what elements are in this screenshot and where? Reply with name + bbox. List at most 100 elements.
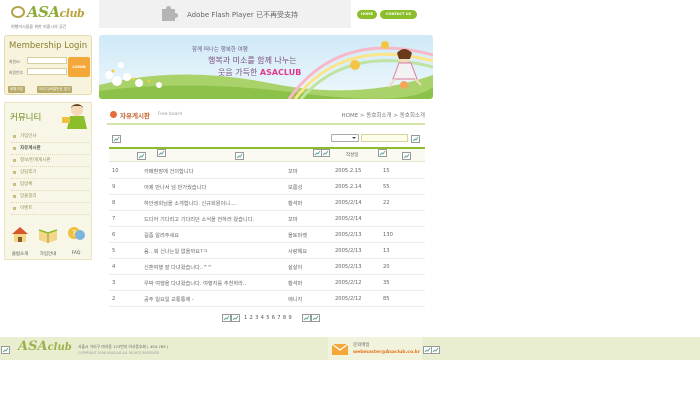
flash-placeholder: Adobe Flash Player 已不再受支持 (99, 0, 351, 28)
post-number: 2 (112, 296, 116, 302)
post-title-link[interactable]: 드디어 기다리고 기다리던 소식을 전하러 왔습니다. (144, 216, 254, 223)
no-column-image-icon (137, 152, 146, 160)
table-row[interactable]: 10 카페환장에 건의합니다 꼬마 2005.2.15 15 (109, 163, 425, 179)
post-author: 꼬마 (288, 217, 298, 223)
logo-suffix: club (59, 7, 85, 20)
table-row[interactable]: 9 어제 만나서 넘 반가웠습니다 보름성 2005.2.14 55 (109, 179, 425, 195)
table-row[interactable]: 3 우박 여행을 다녀왔습니다. 여행지를 추천하라.. 황석마 2005/2/… (109, 275, 425, 291)
community-item-reviews[interactable]: 상담후기 (11, 167, 89, 179)
member-id-input[interactable] (27, 57, 67, 64)
post-title-link[interactable]: 길좀 알려주세요 (144, 232, 179, 239)
post-author: 보름성 (288, 185, 303, 191)
contact-mail-box[interactable]: 문의메일 webmaster@Asaclub.co.kr (328, 337, 422, 360)
page-title: 자유게시판 (120, 112, 150, 120)
post-date: 2005/2/12 (335, 296, 362, 302)
search-field-select[interactable] (331, 134, 359, 142)
first-page-icon[interactable] (222, 314, 231, 322)
club-intro-link[interactable]: 클럽소개 (7, 225, 33, 257)
broken-image-icon (112, 135, 121, 143)
community-item-arrange[interactable]: 앙풀정리 (11, 191, 89, 203)
community-menu: 가입인사 자유게시판 정보/번개게시판 상담후기 탐방록 앙풀정리 이벤트 (11, 131, 89, 215)
post-number: 8 (112, 200, 116, 206)
last-page-icon[interactable] (311, 314, 320, 322)
board-column-header: 작성일 (109, 149, 425, 162)
post-title-link[interactable]: 신혼여행 잘 다녀왔습니다..^^ (144, 264, 212, 271)
post-title-link[interactable]: 카페환장에 건의합니다 (144, 168, 193, 175)
community-item-events[interactable]: 이벤트 (11, 203, 89, 215)
post-hits: 55 (383, 184, 390, 190)
faq-link[interactable]: ? FAQ (63, 225, 89, 257)
home-button[interactable]: HOME (357, 10, 377, 19)
search-button-broken-image-icon[interactable] (411, 135, 420, 143)
join-button[interactable]: 회원가입 (8, 86, 25, 93)
section-bullet-icon (110, 111, 117, 118)
contact-us-button[interactable]: CONTACT US (380, 10, 417, 19)
footer-logo-name: ASA (18, 339, 48, 354)
site-footer: ASAclub 서울시 가리구 마자동 123번지 아사동호회 ( 450-78… (0, 337, 700, 360)
breadcrumb: HOME > 동호회소개 > 동호회소개 (341, 113, 426, 119)
logo-icon (11, 6, 25, 18)
page-numbers[interactable]: 1 2 3 4 5 6 7 8 9 (244, 315, 292, 321)
footer-address: 서울시 가리구 마자동 123번지 아사동호회 ( 450-789 ) (78, 344, 169, 349)
post-date: 2005/2/14 (335, 200, 362, 206)
footer-right-broken-image-icon (431, 346, 440, 354)
author-column-image-icon (321, 149, 330, 157)
site-logo[interactable]: ASAclub 여행미시들을 위한 미중시의 공간 (0, 0, 97, 34)
login-button[interactable]: LOGIN (68, 57, 90, 77)
prev-page-icon[interactable] (231, 314, 240, 322)
question-bubble-icon: ? (68, 227, 85, 240)
post-hits: 130 (383, 232, 393, 238)
post-date: 2005/2/12 (335, 280, 362, 286)
flash-message: Adobe Flash Player 已不再受支持 (187, 11, 298, 19)
member-id-label: 회원ID (9, 59, 21, 64)
table-row[interactable]: 8 하안생회님을 소개합니다. 신규회원이니.... 황석마 2005/2/14… (109, 195, 425, 211)
post-author: 사랑해요 (288, 249, 308, 255)
post-title-link[interactable]: 공주 일요일 교통통제 - (144, 296, 194, 303)
page-subtitle: Free board (158, 112, 182, 117)
post-title-link[interactable]: 음...뭐 신나는일 없을까요?ㅋ (144, 248, 208, 255)
board-header-bar: 자유게시판 Free board HOME > 동호회소개 > 동호회소개 (107, 107, 426, 125)
table-row[interactable]: 6 길좀 알려주세요 올토마켓 2005/2/13 130 (109, 227, 425, 243)
pagination: 1 2 3 4 5 6 7 8 9 (222, 314, 322, 323)
join-guide-link[interactable]: 가입안내 (35, 225, 61, 257)
character-illustration-icon (62, 104, 87, 129)
post-author: 올토마켓 (288, 233, 308, 239)
community-item-free-board[interactable]: 자유게시판 (11, 143, 89, 155)
community-sidebar: 커뮤니티 가입인사 자유게시판 정보/번개게시판 상담후기 탐방록 앙풀정리 이… (4, 102, 92, 260)
post-hits: 20 (383, 264, 390, 270)
banner-tagline: 함께 떠나는 행복한 여행 (192, 47, 248, 53)
svg-text:?: ? (72, 229, 76, 238)
member-number-input[interactable] (27, 68, 67, 75)
table-row[interactable]: 2 공주 일요일 교통통제 - 애니지 2005/2/12 85 (109, 291, 425, 307)
next-page-icon[interactable] (302, 314, 311, 322)
post-title-link[interactable]: 우박 여행을 다녀왔습니다. 여행지를 추천하라.. (144, 280, 246, 287)
community-item-greeting[interactable]: 가입인사 (11, 131, 89, 143)
post-date: 2005/2/13 (335, 264, 362, 270)
header-divider (107, 123, 425, 125)
post-hits: 85 (383, 296, 390, 302)
mail-address-link[interactable]: webmaster@Asaclub.co.kr (353, 350, 420, 355)
footer-logo: ASAclub (18, 339, 72, 354)
post-number: 10 (112, 168, 119, 174)
find-account-button[interactable]: 아이디/비밀번호 찾기 (37, 86, 73, 93)
banner-brand: ASACLUB (259, 68, 302, 77)
puzzle-plugin-icon (162, 6, 178, 21)
post-title-link[interactable]: 하안생회님을 소개합니다. 신규회원이니.... (144, 200, 237, 207)
banner-headline: 행복과 미소를 함께 나누는 (208, 56, 297, 65)
post-title-link[interactable]: 어제 만나서 넘 반가웠습니다 (144, 184, 206, 191)
community-item-info-board[interactable]: 정보/번개게시판 (11, 155, 89, 167)
post-number: 7 (112, 216, 116, 222)
post-hits: 15 (383, 168, 390, 174)
post-number: 9 (112, 184, 116, 190)
logo-tagline: 여행미시들을 위한 미중시의 공간 (11, 24, 67, 29)
post-hits: 13 (383, 248, 390, 254)
search-input[interactable] (361, 134, 408, 142)
table-row[interactable]: 4 신혼여행 잘 다녀왔습니다..^^ 살살이 2005/2/13 20 (109, 259, 425, 275)
post-date: 2005/2/13 (335, 248, 362, 254)
community-item-visits[interactable]: 탐방록 (11, 179, 89, 191)
banner-subline: 웃음 가득한 (218, 68, 258, 77)
table-row[interactable]: 7 드디어 기다리고 기다리던 소식을 전하러 왔습니다. 꼬마 2005/2/… (109, 211, 425, 227)
post-date: 2005.2.15 (335, 168, 362, 174)
table-row[interactable]: 5 음...뭐 신나는일 없을까요?ㅋ 사랑해요 2005/2/13 13 (109, 243, 425, 259)
post-author: 꼬마 (288, 169, 298, 175)
